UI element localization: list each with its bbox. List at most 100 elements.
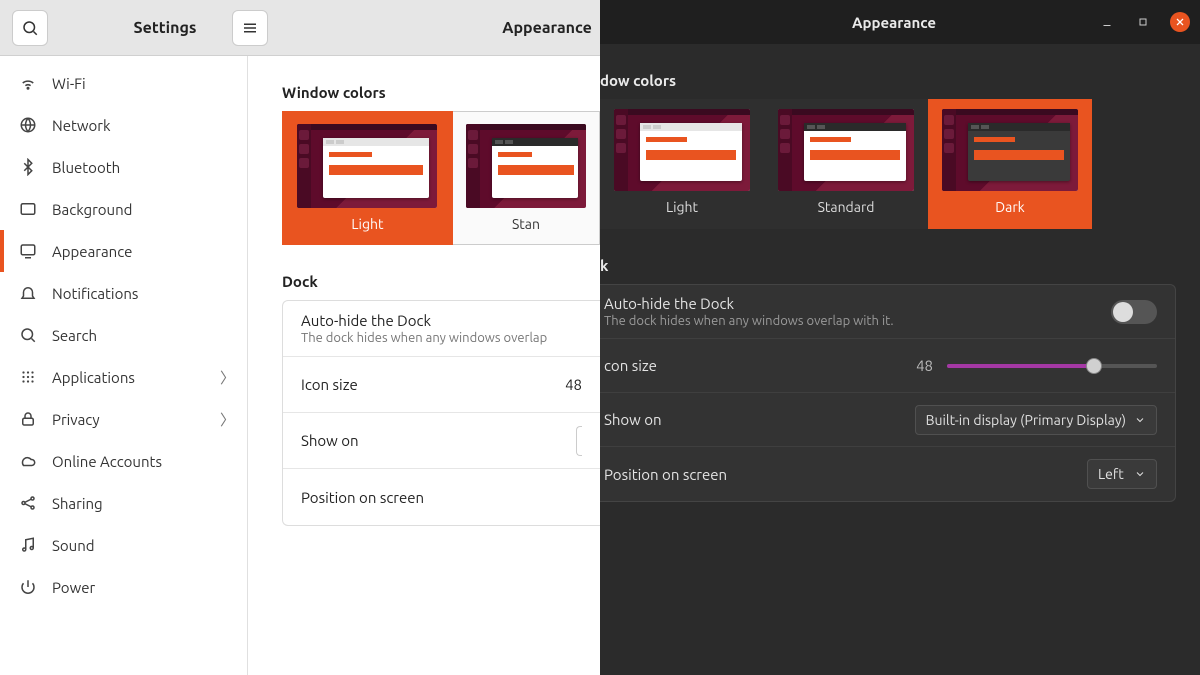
- dock-heading: Dock: [282, 273, 600, 290]
- theme-thumbnail: [942, 109, 1078, 191]
- theme-thumbnail: [614, 109, 750, 191]
- dock-showon-row: Show on Built-in display (Primary Displa…: [600, 393, 1175, 447]
- row-label: Auto-hide the Dock: [301, 312, 582, 329]
- sidebar-item-label: Network: [52, 117, 235, 134]
- sidebar-item-label: Online Accounts: [52, 453, 235, 470]
- search-icon: [18, 325, 38, 345]
- theme-option-label: Light: [351, 216, 383, 232]
- row-subtitle: The dock hides when any windows overlap …: [604, 314, 1099, 328]
- theme-option-standard[interactable]: Stan: [453, 111, 600, 245]
- sidebar: Wi-Fi Network Bluetooth Background Appea…: [0, 56, 248, 675]
- close-button[interactable]: [1170, 12, 1190, 32]
- dock-autohide-row[interactable]: Auto-hide the Dock The dock hides when a…: [283, 301, 600, 357]
- sidebar-item-wifi[interactable]: Wi-Fi: [0, 62, 247, 104]
- sidebar-item-network[interactable]: Network: [0, 104, 247, 146]
- page-title: Appearance: [690, 14, 1098, 31]
- minimize-icon: [1101, 16, 1113, 28]
- minimize-button[interactable]: [1098, 13, 1116, 31]
- titlebar: Settings Appearance: [0, 0, 600, 56]
- position-select[interactable]: Left: [1087, 459, 1157, 489]
- sidebar-item-online-accounts[interactable]: Online Accounts: [0, 440, 247, 482]
- bluetooth-icon: [18, 157, 38, 177]
- sidebar-item-power[interactable]: Power: [0, 566, 247, 608]
- chevron-right-icon: 〉: [220, 367, 235, 388]
- sidebar-item-label: Sharing: [52, 495, 235, 512]
- theme-option-light[interactable]: Light: [600, 99, 764, 229]
- sidebar-item-label: Wi-Fi: [52, 75, 235, 92]
- autohide-toggle[interactable]: [1111, 300, 1157, 324]
- background-icon: [18, 199, 38, 219]
- sidebar-item-label: Search: [52, 327, 235, 344]
- theme-thumbnail: [297, 124, 437, 208]
- sidebar-item-privacy[interactable]: Privacy 〉: [0, 398, 247, 440]
- theme-option-light[interactable]: Light: [282, 111, 453, 245]
- appearance-icon: [18, 241, 38, 261]
- sidebar-title: Settings: [110, 19, 220, 37]
- apps-icon: [18, 367, 38, 387]
- share-icon: [18, 493, 38, 513]
- row-label: Position on screen: [604, 466, 1075, 483]
- maximize-button[interactable]: [1134, 13, 1152, 31]
- window-colors-heading: Window colors: [282, 84, 600, 101]
- theme-thumbnail: [466, 124, 586, 208]
- sidebar-item-label: Background: [52, 201, 235, 218]
- dock-position-row[interactable]: Position on screen: [283, 469, 600, 525]
- theme-option-label: Standard: [818, 199, 875, 215]
- search-button[interactable]: [12, 10, 48, 46]
- search-icon: [21, 19, 39, 37]
- dock-heading: k: [600, 257, 1200, 274]
- content-pane: Window colors Light Stan Do: [248, 56, 600, 675]
- titlebar: Appearance: [600, 0, 1200, 44]
- row-label: Show on: [604, 411, 903, 428]
- theme-option-dark[interactable]: Dark: [928, 99, 1092, 229]
- sidebar-item-label: Bluetooth: [52, 159, 235, 176]
- dock-showon-row[interactable]: Show on: [283, 413, 600, 469]
- maximize-icon: [1137, 16, 1149, 28]
- dock-autohide-row: Auto-hide the Dock The dock hides when a…: [600, 285, 1175, 339]
- theme-option-standard[interactable]: Standard: [764, 99, 928, 229]
- row-label: Position on screen: [301, 489, 582, 506]
- sidebar-item-background[interactable]: Background: [0, 188, 247, 230]
- sidebar-item-bluetooth[interactable]: Bluetooth: [0, 146, 247, 188]
- settings-window-light: Settings Appearance Wi-Fi Network Blueto…: [0, 0, 600, 675]
- sidebar-item-label: Appearance: [52, 243, 235, 260]
- theme-options: Light Stan: [282, 111, 600, 245]
- sidebar-item-appearance[interactable]: Appearance: [0, 230, 247, 272]
- theme-thumbnail: [778, 109, 914, 191]
- wifi-icon: [18, 73, 38, 93]
- row-subtitle: The dock hides when any windows overlap: [301, 331, 582, 345]
- chevron-down-icon: [1134, 414, 1146, 426]
- sidebar-item-label: Sound: [52, 537, 235, 554]
- sidebar-item-label: Notifications: [52, 285, 235, 302]
- cloud-icon: [18, 451, 38, 471]
- sidebar-item-search[interactable]: Search: [0, 314, 247, 356]
- dock-settings-list: Auto-hide the Dock The dock hides when a…: [282, 300, 600, 526]
- chevron-down-icon: [1134, 468, 1146, 480]
- music-icon: [18, 535, 38, 555]
- iconsize-value: 48: [565, 376, 582, 393]
- dock-settings-list: Auto-hide the Dock The dock hides when a…: [600, 284, 1176, 502]
- sidebar-item-label: Power: [52, 579, 235, 596]
- dock-position-row: Position on screen Left: [600, 447, 1175, 501]
- content-pane: dow colors Light Standard: [600, 44, 1200, 675]
- bell-icon: [18, 283, 38, 303]
- showon-select[interactable]: Built-in display (Primary Display): [915, 405, 1157, 435]
- dock-iconsize-row[interactable]: Icon size 48: [283, 357, 600, 413]
- iconsize-slider[interactable]: [947, 364, 1157, 368]
- dock-iconsize-row: con size 48: [600, 339, 1175, 393]
- hamburger-button[interactable]: [232, 10, 268, 46]
- sidebar-item-applications[interactable]: Applications 〉: [0, 356, 247, 398]
- sidebar-item-sharing[interactable]: Sharing: [0, 482, 247, 524]
- hamburger-icon: [241, 19, 259, 37]
- row-label: Auto-hide the Dock: [604, 295, 1099, 312]
- theme-option-label: Dark: [995, 199, 1024, 215]
- theme-options: Light Standard Dark: [600, 99, 1200, 229]
- sidebar-item-notifications[interactable]: Notifications: [0, 272, 247, 314]
- sidebar-item-label: Privacy: [52, 411, 206, 428]
- sidebar-item-sound[interactable]: Sound: [0, 524, 247, 566]
- page-title: Appearance: [502, 19, 592, 37]
- select-value: Built-in display (Primary Display): [926, 412, 1126, 428]
- theme-option-label: Light: [666, 199, 698, 215]
- power-icon: [18, 577, 38, 597]
- close-icon: [1174, 16, 1186, 28]
